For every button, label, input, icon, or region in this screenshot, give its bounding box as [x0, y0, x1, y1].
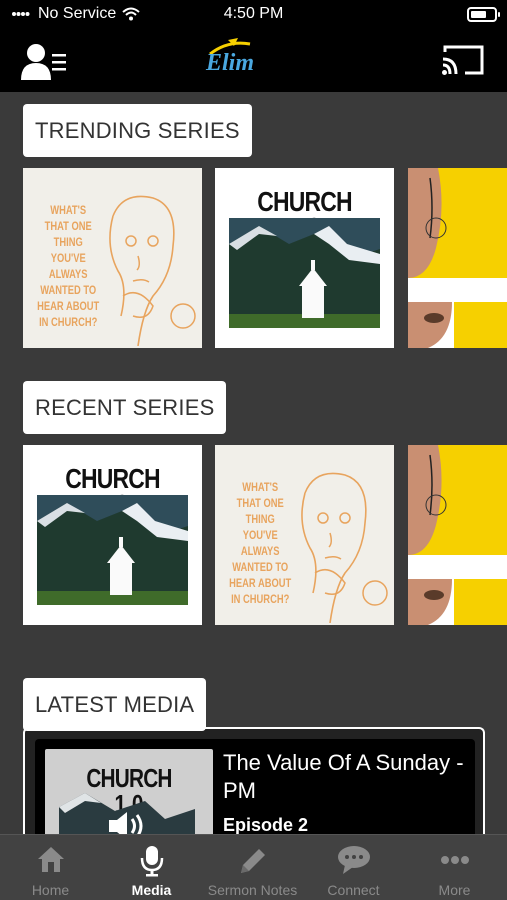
series-artwork: WHAT'S THAT ONE THING YOU'VE ALWAYS WANT…: [215, 445, 394, 625]
trending-series-label: TRENDING SERIES: [23, 104, 252, 157]
series-artwork: WHAT'S THAT ONE THING YOU'VE ALWAYS WANT…: [23, 168, 202, 348]
media-title: The Value Of A Sunday - PM: [223, 750, 464, 803]
home-icon: [37, 847, 64, 872]
microphone-icon: [140, 846, 163, 877]
tab-label: More: [438, 882, 471, 898]
logo-text: Elim: [206, 50, 255, 76]
recent-series-list: CHURCH 1.0 WHAT'S THAT ONE THING YOU'VE …: [23, 445, 507, 625]
bottom-tab-bar: Home Media Sermon Notes Connect More: [0, 834, 507, 900]
more-icon: [440, 856, 469, 864]
latest-media-item[interactable]: CHURCH 1.0 The Value Of A Sunday - PM Ep…: [35, 739, 475, 845]
mountain-church-image: [37, 495, 188, 605]
tab-label: Media: [131, 882, 172, 898]
tab-connect[interactable]: Connect: [303, 835, 404, 900]
status-bar: No Service 4:50 PM: [0, 0, 507, 28]
tab-media[interactable]: Media: [101, 835, 202, 900]
series-artwork: [408, 168, 507, 348]
series-artwork-text: WHAT'S THAT ONE THING YOU'VE ALWAYS WANT…: [37, 203, 100, 329]
mountain-church-image: [229, 218, 380, 328]
tab-label: Sermon Notes: [207, 882, 298, 898]
tab-home[interactable]: Home: [0, 835, 101, 900]
media-episode: Episode 2: [223, 815, 309, 835]
top-nav-bar: Elim: [0, 28, 507, 92]
series-artwork: CHURCH 1.0: [37, 459, 188, 611]
face-drawing-icon: [301, 472, 388, 623]
battery-icon: [467, 7, 500, 22]
trending-series-item[interactable]: [408, 168, 507, 348]
portrait-collage-image: [408, 445, 507, 625]
recent-series-item[interactable]: WHAT'S THAT ONE THING YOU'VE ALWAYS WANT…: [215, 445, 394, 625]
latest-media-card: CHURCH 1.0 The Value Of A Sunday - PM Ep…: [23, 727, 485, 845]
recent-series-label: RECENT SERIES: [23, 381, 227, 434]
trending-series-list: WHAT'S THAT ONE THING YOU'VE ALWAYS WANT…: [23, 168, 507, 348]
face-drawing-icon: [109, 195, 196, 346]
trending-series-item[interactable]: WHAT'S THAT ONE THING YOU'VE ALWAYS WANT…: [23, 168, 202, 348]
tab-more[interactable]: More: [404, 835, 505, 900]
recent-series-item[interactable]: CHURCH 1.0: [23, 445, 202, 625]
tab-label: Connect: [327, 882, 380, 898]
profile-menu-icon[interactable]: [20, 42, 72, 80]
portrait-collage-image: [408, 168, 507, 348]
clock: 4:50 PM: [223, 5, 284, 22]
pencil-icon: [240, 849, 265, 873]
cast-icon[interactable]: [441, 44, 485, 76]
elim-logo[interactable]: Elim: [198, 38, 260, 82]
latest-media-label: LATEST MEDIA: [23, 678, 207, 731]
tab-label: Home: [31, 882, 70, 898]
trending-series-item[interactable]: CHURCH 1.0: [215, 168, 394, 348]
chat-icon: [337, 846, 370, 874]
series-artwork-text: WHAT'S THAT ONE THING YOU'VE ALWAYS WANT…: [229, 480, 292, 606]
series-artwork: [408, 445, 507, 625]
media-thumbnail: CHURCH 1.0: [45, 749, 213, 845]
series-artwork: CHURCH 1.0: [229, 182, 380, 334]
recent-series-item[interactable]: [408, 445, 507, 625]
tab-sermon-notes[interactable]: Sermon Notes: [202, 835, 303, 900]
